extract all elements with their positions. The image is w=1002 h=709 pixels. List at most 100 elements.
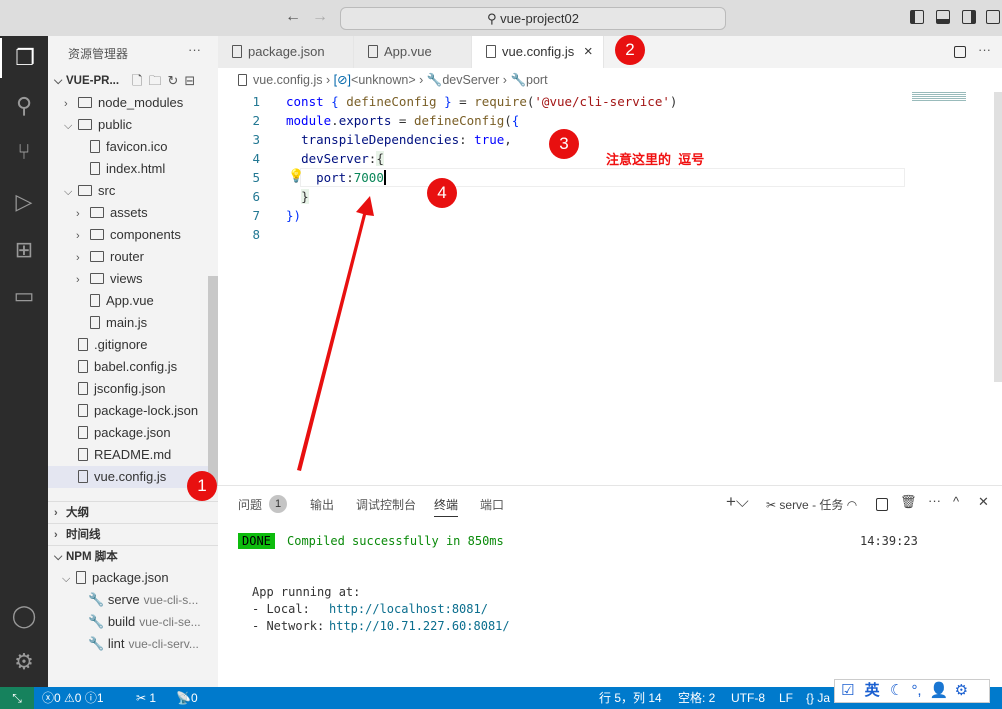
ime-pen-icon[interactable]: ☑: [841, 682, 854, 699]
annotation-badge-4: 4: [427, 178, 457, 208]
tab-debug-console[interactable]: 调试控制台: [356, 496, 416, 513]
breadcrumb-item[interactable]: port: [526, 73, 548, 87]
language-mode[interactable]: {} Ja: [806, 687, 830, 709]
file-icon: [90, 162, 100, 175]
problems-status[interactable]: ⓧ0 ⚠0 ⓘ1: [42, 687, 104, 709]
split-terminal-icon[interactable]: [876, 498, 888, 511]
tree-item-label: vue.config.js: [94, 469, 167, 484]
tree-item[interactable]: › assets: [48, 202, 218, 224]
task-selector[interactable]: ✂ serve - 任务 ◠: [766, 496, 857, 513]
tree-item-label: App.vue: [106, 293, 154, 308]
tree-item-label: jsconfig.json: [94, 381, 166, 396]
remote-icon[interactable]: ⤡: [0, 687, 34, 709]
file-icon: [78, 470, 88, 483]
punctuation-icon[interactable]: °,: [911, 682, 921, 699]
account-icon[interactable]: ◯: [0, 596, 48, 636]
toggle-panel-icon[interactable]: [936, 10, 950, 24]
tab-vue-config-js[interactable]: vue.config.js ×: [472, 36, 604, 68]
encoding[interactable]: UTF-8: [731, 687, 765, 709]
tree-item[interactable]: main.js: [48, 312, 218, 334]
folder-icon: [90, 251, 104, 262]
tab-ports[interactable]: 端口: [480, 496, 504, 513]
network-url[interactable]: http://10.71.227.60:8081/: [329, 619, 510, 633]
close-tab-icon[interactable]: ×: [584, 43, 593, 60]
toggle-sidebar-icon[interactable]: [910, 10, 924, 24]
npm-script-build[interactable]: 🔧 build vue-cli-se...: [48, 611, 218, 633]
outline-section[interactable]: › 大纲: [48, 501, 218, 523]
tree-item[interactable]: ⌵ public: [48, 114, 218, 136]
back-button[interactable]: ←: [285, 8, 301, 26]
user-icon[interactable]: 👤: [930, 682, 949, 699]
tree-item[interactable]: index.html: [48, 158, 218, 180]
gear-icon[interactable]: ⚙: [0, 642, 48, 682]
npm-package-json[interactable]: ⌵ package.json: [48, 567, 218, 589]
close-panel-icon[interactable]: ✕: [978, 494, 989, 510]
tab-package-json[interactable]: package.json: [218, 36, 354, 68]
tab-terminal[interactable]: 终端: [434, 496, 459, 517]
ports-status[interactable]: 📡0: [176, 687, 198, 709]
tree-item-label: assets: [110, 205, 148, 220]
more-actions-icon[interactable]: ···: [978, 42, 991, 57]
tree-item-label: views: [110, 271, 143, 286]
command-center-search[interactable]: ⚲ vue-project02: [340, 7, 726, 30]
extensions-icon[interactable]: ⊞: [0, 230, 48, 270]
files-icon[interactable]: ❐: [0, 38, 48, 78]
annotation-badge-1: 1: [187, 471, 217, 501]
forward-button[interactable]: →: [312, 8, 328, 26]
npm-script-lint[interactable]: 🔧 lint vue-cli-serv...: [48, 633, 218, 655]
sidebar-scrollbar[interactable]: [208, 276, 218, 486]
maximize-panel-icon[interactable]: ^: [953, 494, 959, 509]
more-actions-button[interactable]: ···: [188, 42, 201, 57]
timeline-label: 时间线: [66, 529, 101, 541]
split-editor-icon[interactable]: [954, 46, 966, 58]
breadcrumb-item[interactable]: devServer: [442, 73, 499, 87]
tree-item[interactable]: README.md: [48, 444, 218, 466]
breadcrumb-item[interactable]: vue.config.js: [253, 73, 322, 87]
lightbulb-icon[interactable]: 💡: [288, 168, 304, 184]
moon-icon[interactable]: ☾: [890, 682, 903, 699]
code-line-1: const { defineConfig } = require('@vue/c…: [286, 94, 678, 109]
new-terminal-icon[interactable]: +⌵: [726, 492, 749, 512]
trash-icon[interactable]: 🗑: [900, 494, 917, 510]
timeline-section[interactable]: › 时间线: [48, 523, 218, 545]
tree-item[interactable]: › views: [48, 268, 218, 290]
file-icon: [90, 316, 100, 329]
breadcrumb-item[interactable]: <unknown>: [351, 73, 416, 87]
ime-settings-icon[interactable]: ⚙: [955, 682, 968, 699]
tree-item[interactable]: jsconfig.json: [48, 378, 218, 400]
tree-item[interactable]: .gitignore: [48, 334, 218, 356]
ime-lang[interactable]: 英: [865, 682, 880, 699]
search-icon[interactable]: ⚲: [0, 86, 48, 126]
tab-output[interactable]: 输出: [310, 496, 334, 513]
npm-scripts-section[interactable]: ⌵ NPM 脚本: [48, 545, 218, 567]
tree-item[interactable]: ⌵ src: [48, 180, 218, 202]
customize-layout-icon[interactable]: [986, 10, 1000, 24]
tree-item[interactable]: favicon.ico: [48, 136, 218, 158]
code-line-2: module.exports = defineConfig({: [286, 113, 520, 128]
tab-app-vue[interactable]: App.vue: [354, 36, 472, 68]
eol[interactable]: LF: [779, 687, 793, 709]
tab-problems[interactable]: 问题: [238, 496, 262, 513]
tree-item[interactable]: › components: [48, 224, 218, 246]
tasks-status[interactable]: ✂ 1: [136, 687, 156, 709]
tree-item[interactable]: package.json: [48, 422, 218, 444]
minimap[interactable]: [912, 92, 966, 102]
indentation[interactable]: 空格: 2: [678, 687, 715, 709]
source-control-icon[interactable]: ⑂: [0, 132, 48, 172]
explorer-actions[interactable]: 🗋🗀↻⊟: [132, 70, 201, 92]
remote-explorer-icon[interactable]: ▭: [0, 276, 48, 316]
run-debug-icon[interactable]: ▷: [0, 182, 48, 222]
more-icon[interactable]: ···: [928, 493, 941, 508]
tree-item[interactable]: › router: [48, 246, 218, 268]
toggle-secondary-sidebar-icon[interactable]: [962, 10, 976, 24]
tree-item[interactable]: package-lock.json: [48, 400, 218, 422]
npm-script-serve[interactable]: 🔧 serve vue-cli-s...: [48, 589, 218, 611]
editor-scrollbar[interactable]: [994, 92, 1002, 382]
tree-item[interactable]: › node_modules: [48, 92, 218, 114]
chevron-right-icon: ›: [76, 208, 80, 220]
local-url[interactable]: http://localhost:8081/: [329, 602, 488, 616]
tree-item[interactable]: App.vue: [48, 290, 218, 312]
tree-item[interactable]: babel.config.js: [48, 356, 218, 378]
cursor-position[interactable]: 行 5，列 14: [599, 687, 662, 709]
project-header[interactable]: ⌵ VUE-PR... 🗋🗀↻⊟: [48, 70, 218, 92]
